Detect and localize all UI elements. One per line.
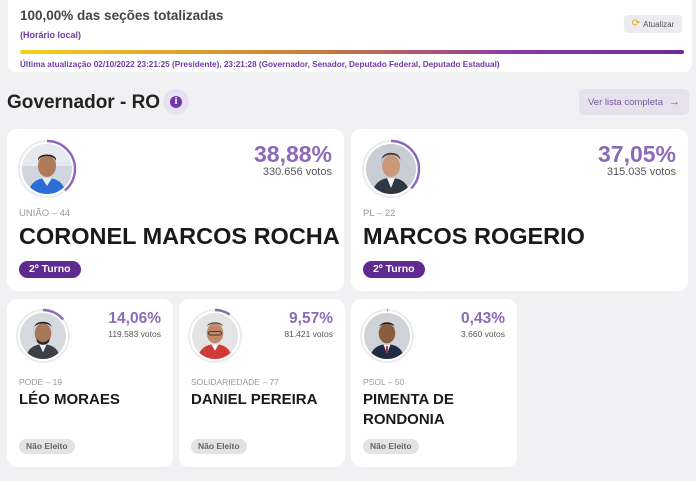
candidate-photo bbox=[366, 144, 416, 194]
candidate-name: MARCOS ROGERIO bbox=[363, 223, 585, 249]
arrow-right-icon: → bbox=[668, 96, 680, 108]
party-number: UNIÃO – 44 bbox=[19, 208, 71, 219]
info-icon[interactable]: i bbox=[163, 89, 189, 115]
vote-percentage: 14,06% bbox=[108, 310, 161, 327]
candidate-photo bbox=[364, 313, 410, 359]
refresh-label: Atualizar bbox=[643, 19, 675, 29]
candidate-photo bbox=[22, 144, 72, 194]
totalization-title: 100,00% das seções totalizadas bbox=[20, 8, 224, 23]
candidate-card[interactable]: 37,05% 315.035 votos PL – 22 MARCOS ROGE… bbox=[351, 129, 688, 291]
info-glyph: i bbox=[170, 96, 182, 108]
vote-percentage: 9,57% bbox=[289, 310, 333, 327]
page-title: Governador - RO bbox=[7, 92, 161, 113]
avatar bbox=[359, 308, 415, 364]
vote-count: 119.583 votos bbox=[108, 329, 161, 339]
avatar bbox=[15, 308, 71, 364]
candidate-name: PIMENTA DE RONDONIA bbox=[363, 391, 454, 428]
local-time-note: (Horário local) bbox=[20, 30, 82, 40]
full-list-label: Ver lista completa bbox=[588, 96, 663, 108]
status-badge: Não Eleito bbox=[19, 439, 75, 454]
candidate-name: CORONEL MARCOS ROCHA bbox=[19, 223, 340, 249]
avatar bbox=[17, 139, 77, 199]
last-update-text: Última atualização 02/10/2022 23:21:25 (… bbox=[20, 60, 500, 69]
vote-percentage: 38,88% bbox=[253, 141, 332, 167]
totalization-progress-fill bbox=[20, 50, 684, 54]
party-number: SOLIDARIEDADE – 77 bbox=[191, 377, 279, 387]
status-badge: 2º Turno bbox=[19, 261, 81, 278]
party-number: PODE – 19 bbox=[19, 377, 62, 387]
candidate-card[interactable]: 9,57% 81.421 votos SOLIDARIEDADE – 77 DA… bbox=[179, 299, 345, 467]
candidate-card[interactable]: 0,43% 3.660 votos PSOL – 50 PIMENTA DE R… bbox=[351, 299, 517, 467]
totalization-status-card: 100,00% das seções totalizadas (Horário … bbox=[8, 0, 692, 72]
totalization-progress-bar bbox=[20, 50, 684, 54]
status-badge: Não Eleito bbox=[363, 439, 419, 454]
candidate-name: LÉO MORAES bbox=[19, 391, 120, 408]
avatar bbox=[361, 139, 421, 199]
status-badge: Não Eleito bbox=[191, 439, 247, 454]
candidate-photo bbox=[20, 313, 66, 359]
refresh-icon: ⟳ bbox=[631, 18, 641, 29]
avatar bbox=[187, 308, 243, 364]
refresh-button[interactable]: ⟳ Atualizar bbox=[624, 15, 682, 33]
vote-percentage: 0,43% bbox=[461, 310, 505, 327]
party-number: PL – 22 bbox=[363, 208, 396, 219]
vote-count: 315.035 votos bbox=[606, 166, 676, 178]
candidate-card[interactable]: 14,06% 119.583 votos PODE – 19 LÉO MORAE… bbox=[7, 299, 173, 467]
candidate-card[interactable]: 38,88% 330.656 votos UNIÃO – 44 CORONEL … bbox=[7, 129, 344, 291]
candidate-photo bbox=[192, 313, 238, 359]
vote-percentage: 37,05% bbox=[597, 141, 676, 167]
full-list-button[interactable]: Ver lista completa → bbox=[579, 89, 689, 115]
vote-count: 3.660 votos bbox=[461, 329, 505, 339]
vote-count: 81.421 votos bbox=[284, 329, 333, 339]
status-badge: 2º Turno bbox=[363, 261, 425, 278]
candidate-name: DANIEL PEREIRA bbox=[191, 391, 318, 408]
vote-count: 330.656 votos bbox=[262, 166, 332, 178]
party-number: PSOL – 50 bbox=[363, 377, 405, 387]
